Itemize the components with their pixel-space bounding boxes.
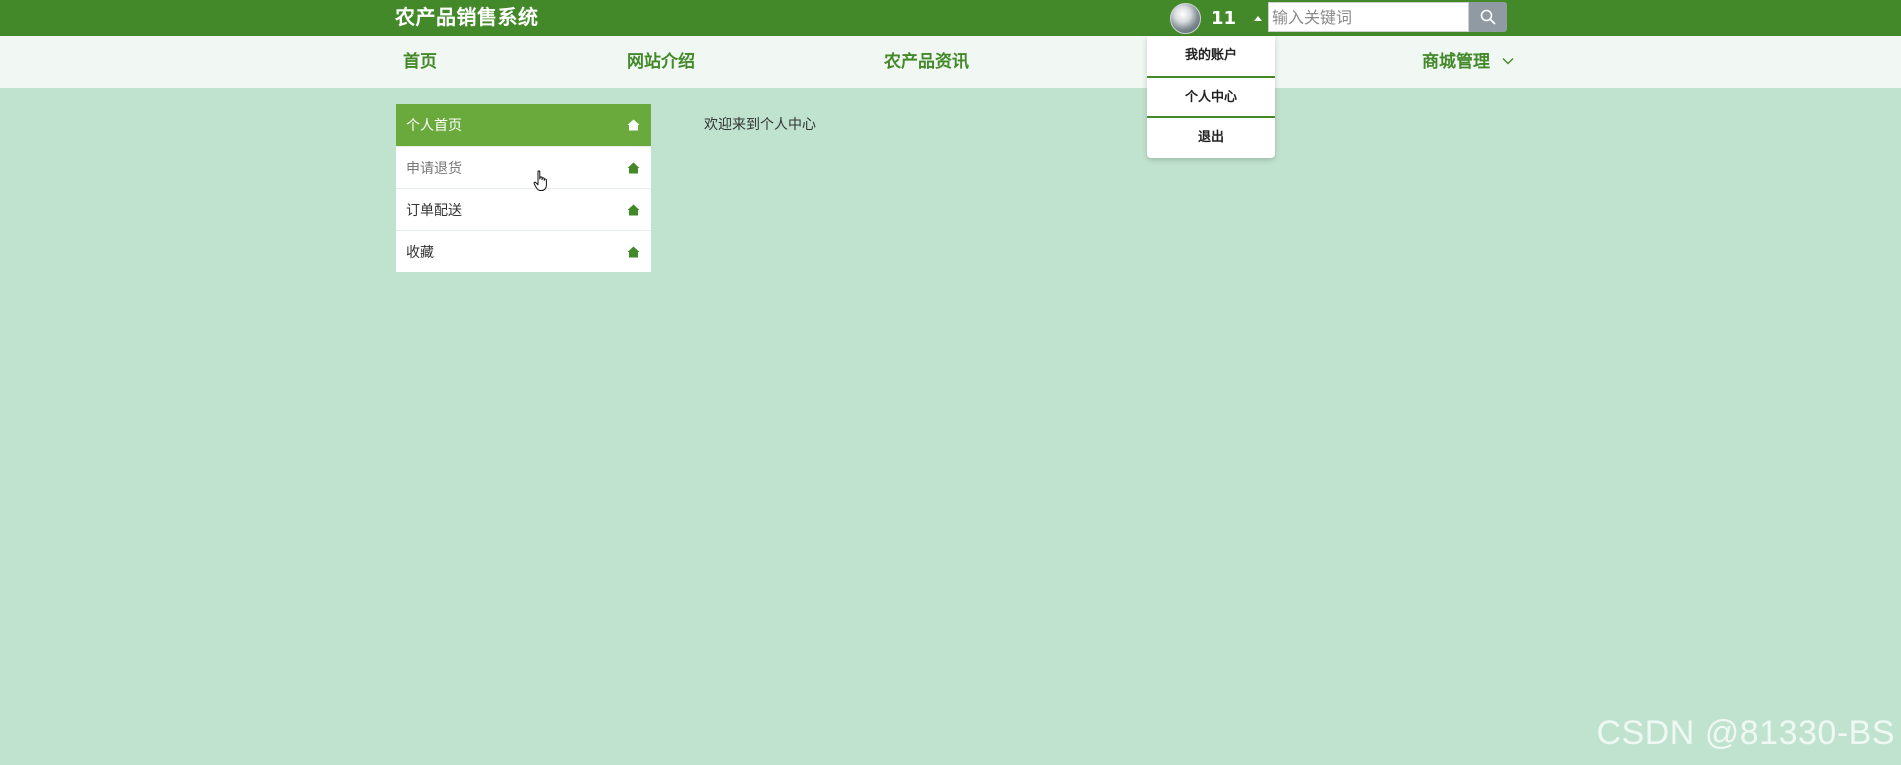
caret-up-icon[interactable] bbox=[1254, 15, 1263, 21]
nav-item-label: 首页 bbox=[403, 52, 437, 72]
sidebar-item-label: 收藏 bbox=[406, 244, 434, 261]
chevron-down-icon bbox=[1502, 57, 1514, 64]
user-dropdown-menu: 我的账户 个人中心 退出 bbox=[1147, 36, 1275, 158]
sidebar-item-label: 订单配送 bbox=[406, 202, 462, 219]
home-icon bbox=[627, 119, 640, 131]
nav-item-news[interactable]: 农产品资讯 bbox=[884, 36, 969, 88]
sidebar-menu: 个人首页 申请退货 订单配送 收藏 bbox=[396, 104, 651, 272]
menu-item-logout[interactable]: 退出 bbox=[1147, 116, 1275, 156]
search-input[interactable] bbox=[1268, 2, 1469, 32]
nav-item-label: 商城管理 bbox=[1422, 52, 1490, 72]
main-nav: 首页 网站介绍 农产品资讯 商城管理 bbox=[0, 36, 1901, 88]
sidebar-item-order-delivery[interactable]: 订单配送 bbox=[396, 188, 651, 230]
sidebar-item-personal-home[interactable]: 个人首页 bbox=[396, 104, 651, 146]
nav-item-mall-management[interactable]: 商城管理 bbox=[1422, 36, 1514, 88]
nav-item-label: 网站介绍 bbox=[627, 52, 695, 72]
user-avatar[interactable] bbox=[1170, 2, 1201, 34]
nav-item-label: 农产品资讯 bbox=[884, 52, 969, 72]
sidebar-item-return-request[interactable]: 申请退货 bbox=[396, 146, 651, 188]
home-icon bbox=[627, 204, 640, 215]
search-button[interactable] bbox=[1469, 2, 1507, 32]
home-icon bbox=[627, 162, 640, 173]
sidebar-item-favorites[interactable]: 收藏 bbox=[396, 230, 651, 272]
welcome-message: 欢迎来到个人中心 bbox=[704, 117, 816, 133]
nav-item-about[interactable]: 网站介绍 bbox=[627, 36, 695, 88]
hand-cursor-icon bbox=[533, 170, 547, 191]
sidebar-item-label: 申请退货 bbox=[406, 160, 462, 177]
site-title[interactable]: 农产品销售系统 bbox=[395, 4, 539, 30]
user-menu-trigger[interactable]: 11 bbox=[1170, 2, 1263, 34]
top-header-bar: 农产品销售系统 11 bbox=[0, 0, 1901, 36]
menu-item-personal-center[interactable]: 个人中心 bbox=[1147, 76, 1275, 116]
csdn-watermark: CSDN @81330-BS bbox=[1596, 714, 1895, 752]
user-name[interactable]: 11 bbox=[1211, 8, 1236, 29]
search-icon bbox=[1480, 9, 1496, 25]
menu-item-my-account[interactable]: 我的账户 bbox=[1147, 36, 1275, 76]
sidebar-item-label: 个人首页 bbox=[406, 118, 462, 134]
nav-item-home[interactable]: 首页 bbox=[403, 36, 437, 88]
home-icon bbox=[627, 246, 640, 257]
